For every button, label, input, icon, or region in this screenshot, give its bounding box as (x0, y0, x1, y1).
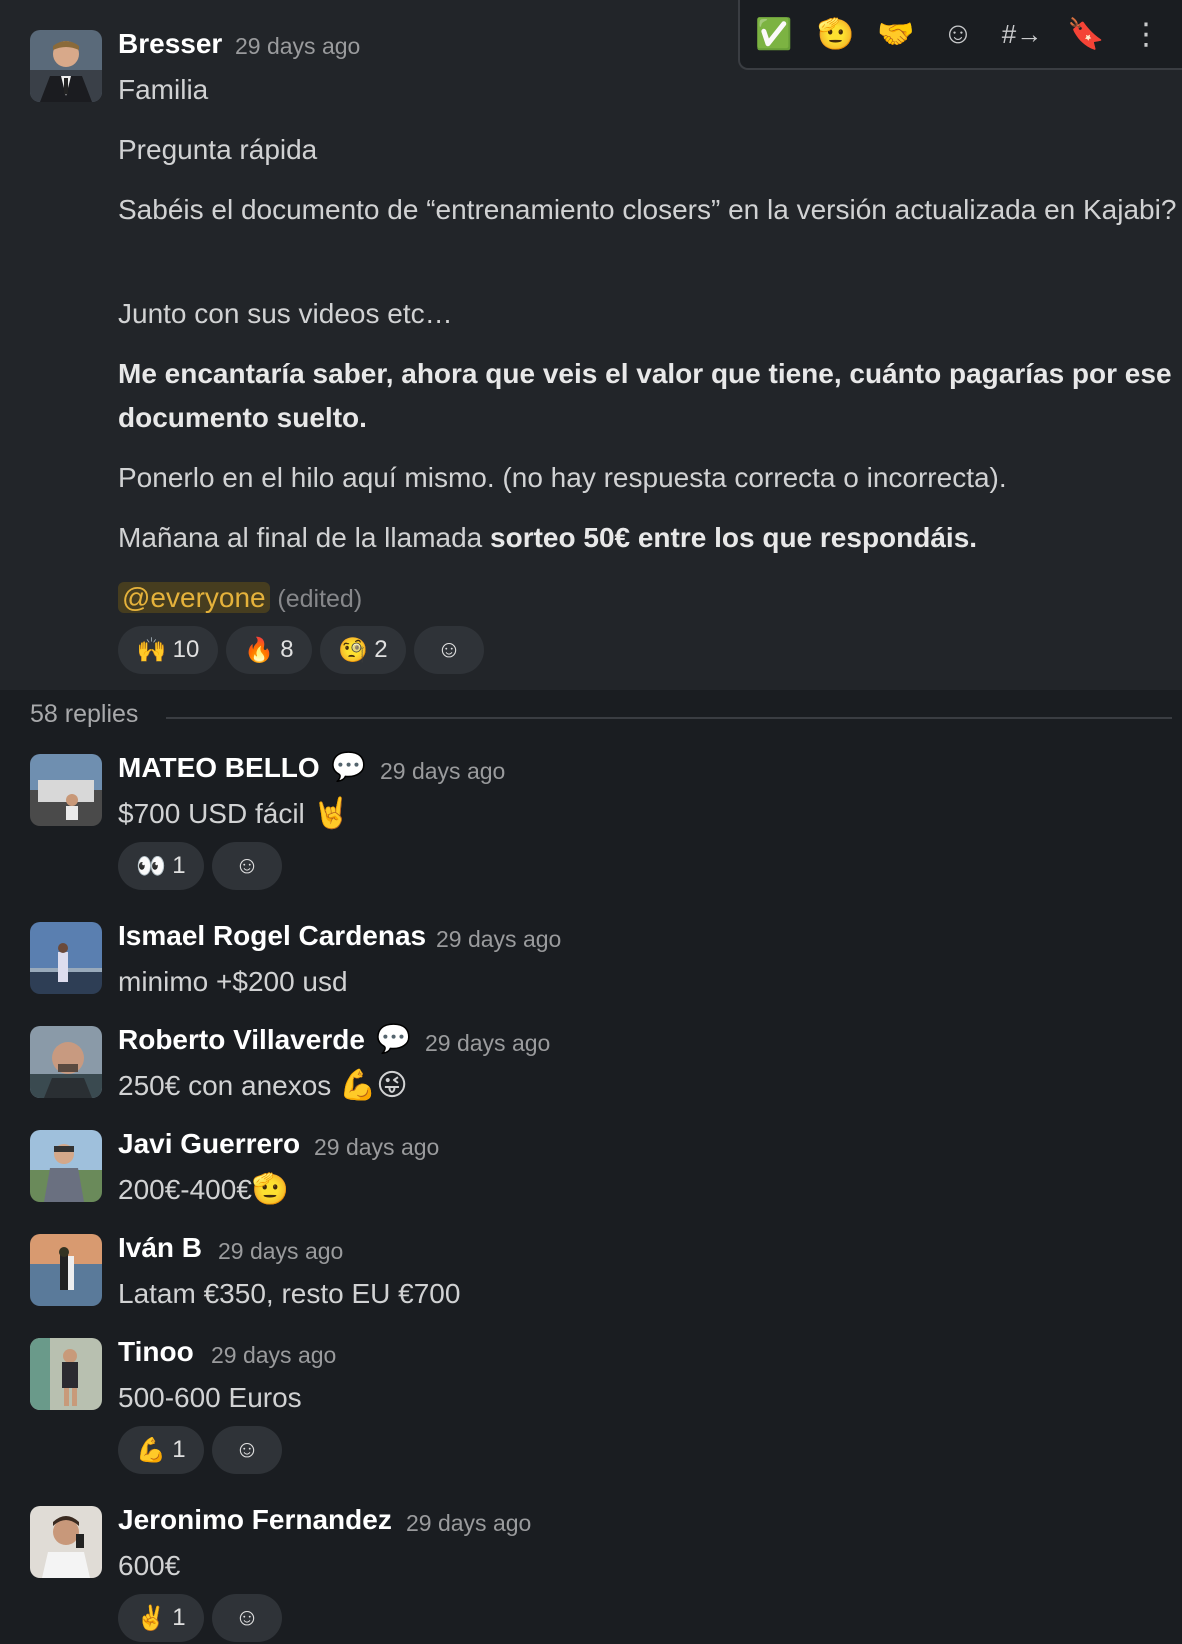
timestamp[interactable]: 29 days ago (235, 33, 360, 60)
bookmark-icon[interactable]: 🔖 (1062, 10, 1110, 58)
reply-text-content: $700 USD fácil (118, 798, 305, 829)
add-reaction-icon: ☺ (234, 1604, 260, 1631)
monocle-face-emoji: 🧐 (338, 636, 369, 664)
avatar-javi[interactable] (30, 1130, 102, 1202)
message-line: Ponerlo en el hilo aquí mismo. (no hay r… (118, 462, 1007, 493)
flexed-biceps-emoji: 💪 (136, 1436, 167, 1464)
reply-text: minimo +$200 usd (118, 966, 348, 997)
handshake-icon[interactable]: 🤝 (872, 10, 920, 58)
parent-message: Bresser 29 days ago Familia Pregunta ráp… (0, 0, 1182, 690)
timestamp[interactable]: 29 days ago (436, 926, 561, 953)
timestamp[interactable]: 29 days ago (314, 1134, 439, 1161)
add-reaction-icon: ☺ (436, 636, 462, 663)
eyes-emoji: 👀 (136, 852, 167, 880)
add-reaction-button[interactable]: ☺ (212, 1426, 282, 1474)
message-line: Sabéis el documento de “entrenamiento cl… (118, 194, 1177, 225)
author-name[interactable]: Javi Guerrero (118, 1128, 300, 1160)
author-name[interactable]: Bresser (118, 28, 222, 60)
reaction-pill[interactable]: 💪 1 (118, 1426, 204, 1474)
timestamp[interactable]: 29 days ago (406, 1510, 531, 1537)
reply-text: $700 USD fácil 🤘 (118, 792, 350, 836)
avatar-tinoo[interactable] (30, 1338, 102, 1410)
pointing-hand-icon[interactable]: 🫡 (812, 10, 860, 58)
add-reaction-button[interactable]: ☺ (212, 1594, 282, 1642)
author-name[interactable]: Iván B (118, 1232, 202, 1264)
add-reaction-icon: ☺ (234, 1436, 260, 1463)
reaction-count: 8 (280, 636, 294, 663)
fire-emoji: 🔥 (244, 636, 275, 664)
timestamp[interactable]: 29 days ago (425, 1030, 550, 1057)
message-line: Pregunta rápida (118, 134, 318, 165)
reply-text-content: 200€-400€ (118, 1174, 252, 1205)
add-reaction-button[interactable]: ☺ (212, 842, 282, 890)
victory-hand-emoji: ✌️ (136, 1604, 167, 1632)
reply-text-content: 250€ con anexos (118, 1070, 332, 1101)
reply-text: 200€-400€🫡 (118, 1168, 289, 1212)
timestamp[interactable]: 29 days ago (218, 1238, 343, 1265)
add-reaction-button[interactable]: ☺ (414, 626, 484, 674)
reaction-pill[interactable]: 🙌 10 (118, 626, 218, 674)
raised-hands-emoji: 🙌 (136, 636, 167, 664)
more-icon[interactable]: ⋮ (1122, 10, 1170, 58)
timestamp[interactable]: 29 days ago (380, 758, 505, 785)
message-line: Mañana al final de la llamada sorteo 50€… (118, 516, 977, 560)
message-actions-toolbar: ✅ 🫡 🤝 ☺ #→ 🔖 ⋮ (738, 0, 1182, 70)
reaction-count: 10 (172, 636, 200, 663)
reaction-pill[interactable]: ✌️ 1 (118, 1594, 204, 1642)
speech-bubble-badge: 💬 (331, 751, 366, 782)
reply-text: 600€ (118, 1550, 181, 1581)
author-name[interactable]: MATEO BELLO (118, 752, 320, 784)
timestamp[interactable]: 29 days ago (211, 1342, 336, 1369)
mention-everyone[interactable]: @everyone (118, 582, 270, 613)
message-text: Mañana al final de la llamada (118, 522, 491, 553)
speech-bubble-badge: 💬 (376, 1023, 411, 1054)
channel-link-icon[interactable]: #→ (998, 10, 1046, 58)
rock-on-emoji: 🤘 (312, 797, 350, 830)
message-bold-text: sorteo 50€ entre los que respondáis. (490, 522, 978, 553)
mention-line: @everyone (edited) (118, 576, 362, 621)
add-reaction-icon: ☺ (234, 852, 260, 879)
reaction-count: 1 (172, 1604, 186, 1631)
reply-text: 250€ con anexos 💪😜 (118, 1064, 408, 1108)
reaction-pill[interactable]: 👀 1 (118, 842, 204, 890)
saluting-emoji: 🫡 (251, 1173, 290, 1206)
author-name[interactable]: Ismael Rogel Cardenas (118, 920, 426, 952)
message-line-bold: Me encantaría saber, ahora que veis el v… (118, 358, 1172, 433)
author-name[interactable]: Tinoo (118, 1336, 194, 1368)
avatar-roberto[interactable] (30, 1026, 102, 1098)
avatar-mateo-bello[interactable] (30, 754, 102, 826)
replies-divider: 58 replies (30, 700, 1172, 736)
message-line: Familia (118, 74, 209, 105)
reply-text: Latam €350, resto EU €700 (118, 1278, 461, 1309)
reaction-count: 2 (374, 636, 388, 663)
edited-label: (edited) (277, 585, 363, 613)
divider-line (166, 717, 1172, 719)
avatar-jeronimo[interactable] (30, 1506, 102, 1578)
muscle-wink-emoji: 💪😜 (339, 1069, 408, 1102)
reaction-pill[interactable]: 🧐 2 (320, 626, 406, 674)
replies-count: 58 replies (30, 700, 139, 728)
check-mark-icon[interactable]: ✅ (750, 10, 798, 58)
author-name[interactable]: Roberto Villaverde (118, 1024, 365, 1056)
reaction-pill[interactable]: 🔥 8 (226, 626, 312, 674)
author-name[interactable]: Jeronimo Fernandez (118, 1504, 392, 1536)
avatar-bresser[interactable] (30, 30, 102, 102)
message-line: Junto con sus videos etc… (118, 298, 453, 329)
avatar-ivan[interactable] (30, 1234, 102, 1306)
add-reaction-icon[interactable]: ☺ (934, 10, 982, 58)
reply-text: 500-600 Euros (118, 1382, 302, 1413)
avatar-ismael[interactable] (30, 922, 102, 994)
reaction-count: 1 (172, 1436, 186, 1463)
reaction-count: 1 (172, 852, 186, 879)
